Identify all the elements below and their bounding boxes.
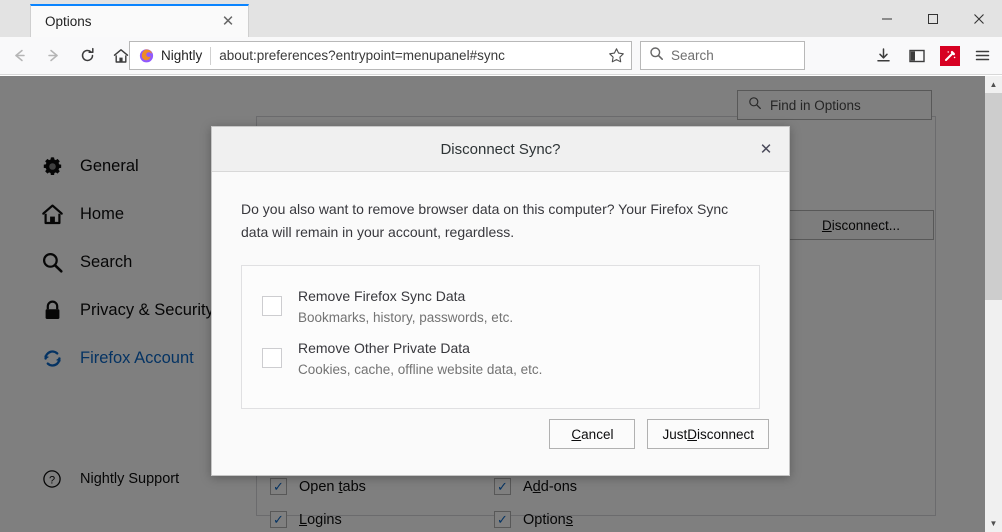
option-title: Remove Other Private Data (298, 340, 470, 357)
option-text: Remove Firefox Sync Data Bookmarks, hist… (298, 288, 513, 325)
wand-icon-box (939, 45, 960, 66)
url-text[interactable]: about:preferences?entrypoint=menupanel#s… (219, 48, 605, 63)
star-icon[interactable] (605, 45, 627, 67)
close-icon[interactable]: ✕ (753, 136, 779, 162)
browser-tab-options[interactable]: Options ✕ (30, 4, 249, 37)
dialog-footer: Cancel Just Disconnect (212, 419, 789, 475)
search-icon (649, 46, 664, 66)
close-icon[interactable] (956, 4, 1002, 34)
option-subtitle: Cookies, cache, offline website data, et… (298, 362, 543, 378)
option-title: Remove Firefox Sync Data (298, 288, 466, 305)
scroll-up-icon[interactable]: ▲ (985, 76, 1002, 93)
dialog-options-group: Remove Firefox Sync Data Bookmarks, hist… (241, 265, 760, 410)
reload-icon[interactable] (72, 41, 102, 71)
dialog-header: Disconnect Sync? ✕ (212, 127, 789, 172)
url-bar[interactable]: Nightly about:preferences?entrypoint=men… (129, 41, 632, 70)
wand-icon[interactable] (934, 41, 965, 70)
disconnect-sync-dialog: Disconnect Sync? ✕ Do you also want to r… (211, 126, 790, 476)
sidebar-icon[interactable] (901, 41, 932, 70)
url-separator (210, 46, 212, 65)
checkbox[interactable] (262, 296, 282, 317)
option-remove-private-data[interactable]: Remove Other Private Data Cookies, cache… (262, 335, 739, 387)
back-arrow-icon[interactable] (4, 41, 34, 71)
checkbox[interactable] (262, 348, 282, 369)
option-subtitle: Bookmarks, history, passwords, etc. (298, 310, 514, 326)
option-remove-sync-data[interactable]: Remove Firefox Sync Data Bookmarks, hist… (262, 283, 739, 335)
toolbar-right-icons (868, 41, 998, 70)
search-input[interactable]: Search (671, 48, 714, 63)
titlebar: Options ✕ (0, 0, 1002, 37)
minimize-icon[interactable] (864, 4, 910, 34)
toolbar-search-box[interactable]: Search (640, 41, 805, 70)
just-disconnect-button[interactable]: Just Disconnect (647, 419, 769, 449)
dialog-body: Do you also want to remove browser data … (212, 172, 789, 410)
option-text: Remove Other Private Data Cookies, cache… (298, 340, 542, 377)
page-scrollbar[interactable]: ▲ ▼ (985, 76, 1002, 532)
firefox-logo-icon (139, 49, 154, 63)
identity-box[interactable]: Nightly (138, 47, 210, 64)
maximize-icon[interactable] (910, 4, 956, 34)
scrollbar-thumb[interactable] (985, 93, 1002, 300)
browser-window: Options ✕ Nightly about:preferences?entr… (0, 0, 1002, 532)
forward-arrow-icon[interactable] (38, 41, 68, 71)
cancel-button[interactable]: Cancel (549, 419, 636, 449)
dialog-title: Disconnect Sync? (440, 140, 561, 158)
dialog-message: Do you also want to remove browser data … (241, 201, 729, 240)
window-controls (864, 0, 1002, 37)
tab-title: Options (45, 14, 92, 29)
tab-close-icon[interactable]: ✕ (218, 12, 238, 32)
hamburger-menu-icon[interactable] (967, 41, 998, 70)
brand-label: Nightly (161, 48, 203, 63)
tab-strip: Options ✕ (0, 0, 249, 37)
download-icon[interactable] (868, 41, 899, 70)
scroll-down-icon[interactable]: ▼ (985, 515, 1002, 532)
